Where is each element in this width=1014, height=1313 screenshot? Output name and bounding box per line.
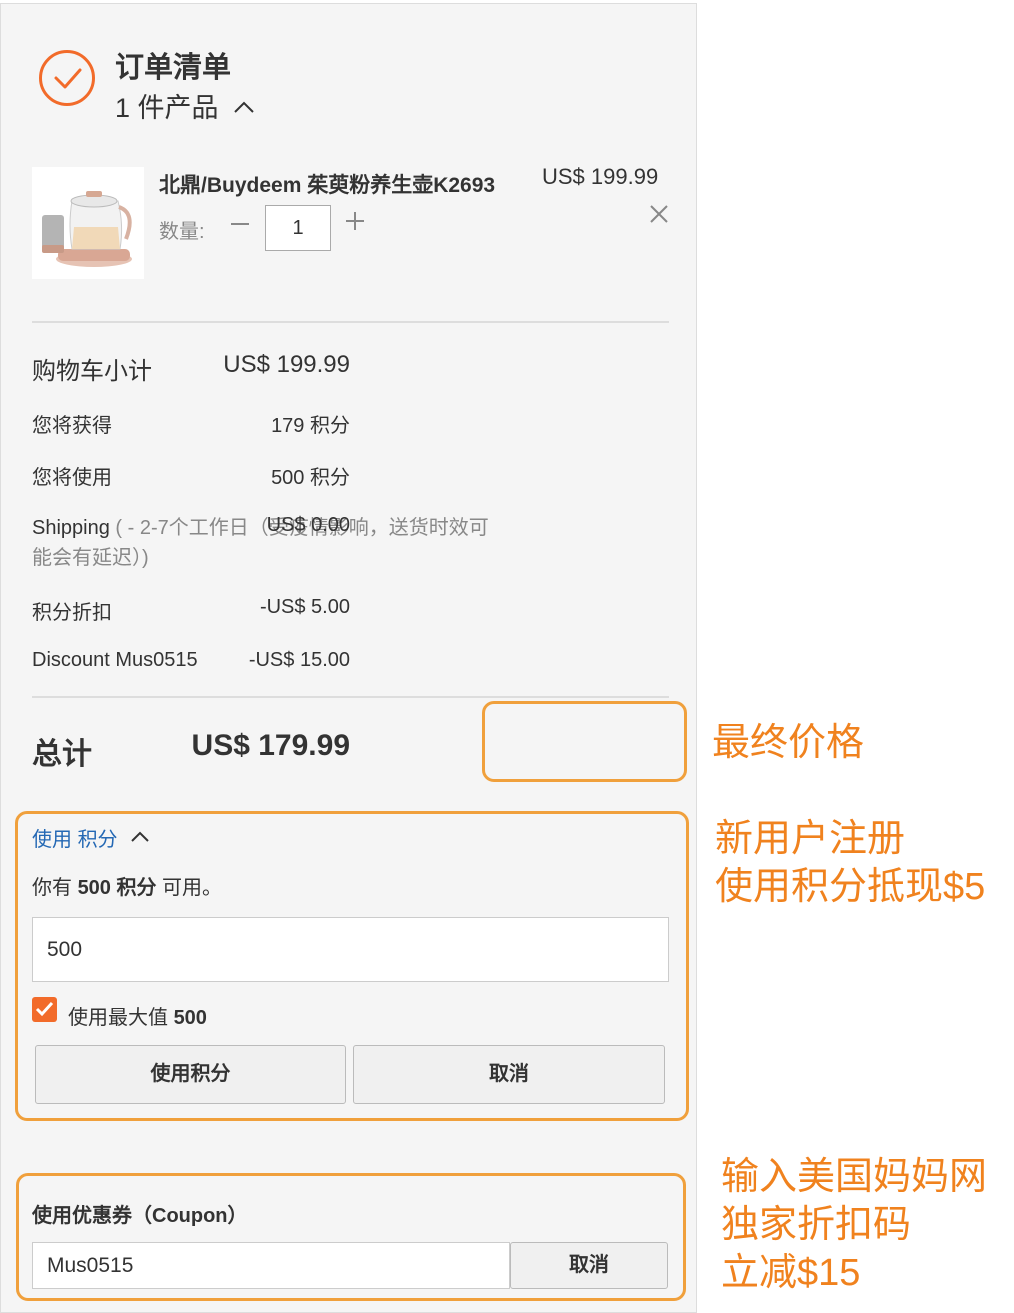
points-discount-value: -US$ 5.00 bbox=[259, 596, 350, 618]
quantity-increase-button[interactable] bbox=[344, 210, 366, 236]
points-earned-value: 179 积分 bbox=[271, 415, 350, 437]
chevron-up-icon bbox=[233, 90, 255, 121]
quantity-decrease-button[interactable] bbox=[230, 212, 250, 241]
product-thumbnail[interactable] bbox=[32, 167, 144, 279]
grand-total-value: US$ 179.99 bbox=[191, 729, 350, 762]
checkmark-icon bbox=[39, 50, 95, 106]
coupon-section-highlight bbox=[16, 1173, 686, 1301]
annotation-coupon-line1: 输入美国妈妈网 bbox=[721, 1156, 988, 1198]
annotation-coupon-line2: 独家折扣码 bbox=[721, 1204, 912, 1246]
annotation-final-price: 最终价格 bbox=[712, 722, 865, 764]
quantity-label: 数量: bbox=[159, 221, 205, 243]
grand-total-label: 总计 bbox=[32, 738, 92, 771]
item-count-toggle[interactable]: 1 件产品 bbox=[115, 86, 255, 125]
order-summary-title: 订单清单 bbox=[115, 52, 232, 84]
points-used-value: 500 积分 bbox=[271, 467, 350, 489]
coupon-discount-label: Discount Mus0515 bbox=[32, 649, 198, 671]
divider bbox=[32, 696, 669, 698]
subtotal-value: US$ 199.99 bbox=[223, 351, 350, 378]
coupon-discount-value: -US$ 15.00 bbox=[248, 649, 350, 671]
subtotal-label: 购物车小计 bbox=[32, 358, 152, 385]
annotation-new-user-line1: 新用户注册 bbox=[715, 818, 906, 860]
shipping-label-text: Shipping bbox=[32, 517, 110, 539]
quantity-input[interactable]: 1 bbox=[265, 205, 331, 251]
product-price: US$ 199.99 bbox=[542, 164, 659, 189]
remove-item-close-icon[interactable] bbox=[649, 204, 669, 229]
item-count-label: 1 件产品 bbox=[115, 93, 219, 123]
annotation-coupon-line3: 立减$15 bbox=[721, 1252, 861, 1294]
divider bbox=[32, 321, 669, 323]
annotation-new-user-line2: 使用积分抵现$5 bbox=[715, 866, 986, 908]
product-name[interactable]: 北鼎/Buydeem 茱萸粉养生壶K2693 bbox=[159, 169, 495, 199]
points-earned-label: 您将获得 bbox=[32, 415, 112, 437]
points-section-highlight bbox=[15, 811, 689, 1121]
final-price-highlight bbox=[482, 701, 687, 782]
points-discount-label: 积分折扣 bbox=[32, 602, 112, 624]
shipping-value: US$ 0.00 bbox=[266, 514, 350, 536]
points-used-label: 您将使用 bbox=[32, 467, 112, 489]
